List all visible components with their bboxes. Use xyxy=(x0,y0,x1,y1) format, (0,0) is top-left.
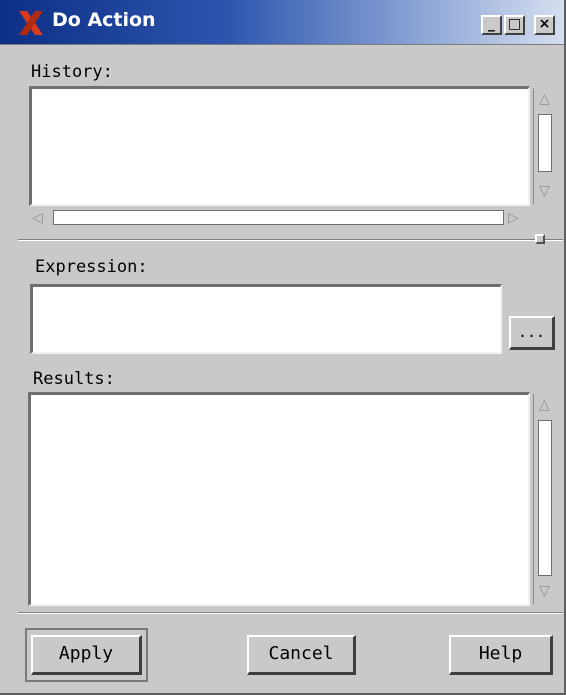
pane-sash-handle[interactable] xyxy=(535,234,545,244)
arrow-left-icon[interactable]: ◁ xyxy=(32,211,43,225)
expression-browse-button[interactable]: ... xyxy=(509,316,555,350)
window-title: Do Action xyxy=(52,9,156,31)
history-vertical-scrollbar[interactable]: △ ▽ xyxy=(533,88,557,204)
results-label: Results: xyxy=(33,369,115,389)
expression-label: Expression: xyxy=(35,257,148,277)
help-button[interactable]: Help xyxy=(449,635,553,675)
minimize-button[interactable]: _ xyxy=(481,15,502,35)
arrow-right-icon[interactable]: ▷ xyxy=(508,211,519,225)
results-vertical-scrollbar[interactable]: △ ▽ xyxy=(533,394,557,604)
results-text-area[interactable] xyxy=(28,392,530,606)
history-horizontal-scrollbar[interactable]: ◁ ▷ xyxy=(29,207,530,229)
results-vertical-scroll-thumb[interactable] xyxy=(538,420,552,576)
x-app-logo-icon xyxy=(19,11,43,35)
do-action-window: Do Action _ □ × History: △ ▽ ◁ ▷ Express… xyxy=(0,0,566,695)
title-bar[interactable]: Do Action _ □ × xyxy=(0,0,564,45)
pane-separator xyxy=(18,239,563,241)
maximize-icon: □ xyxy=(507,16,522,32)
arrow-down-icon[interactable]: ▽ xyxy=(539,584,550,598)
history-text-area[interactable] xyxy=(29,86,530,206)
minimize-icon: _ xyxy=(488,16,495,32)
maximize-button[interactable]: □ xyxy=(504,15,525,35)
expression-input[interactable] xyxy=(30,284,502,354)
arrow-up-icon[interactable]: △ xyxy=(539,92,550,106)
close-icon: × xyxy=(538,16,551,32)
arrow-down-icon[interactable]: ▽ xyxy=(539,184,550,198)
history-vertical-scroll-thumb[interactable] xyxy=(538,114,552,172)
arrow-up-icon[interactable]: △ xyxy=(539,398,550,412)
history-label: History: xyxy=(31,62,113,82)
cancel-button[interactable]: Cancel xyxy=(247,635,356,675)
apply-button[interactable]: Apply xyxy=(31,635,142,675)
button-bar-separator xyxy=(18,612,563,614)
close-button[interactable]: × xyxy=(534,15,555,35)
history-horizontal-scroll-thumb[interactable] xyxy=(53,210,504,225)
